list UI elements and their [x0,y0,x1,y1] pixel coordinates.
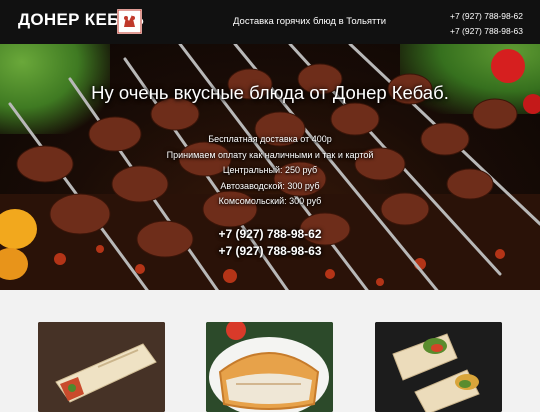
hero-info-line: Центральный: 250 руб [222,165,318,175]
hero-info-block: Бесплатная доставка от 400р Принимаем оп… [0,132,540,210]
pita-sandwich-photo [206,322,333,412]
hero-phone-1[interactable]: +7 (927) 788-98-62 [0,226,540,243]
shawarma-wrap-photo [38,322,165,412]
hero-phone-2[interactable]: +7 (927) 788-98-63 [0,243,540,260]
hero-title: Ну очень вкусные блюда от Донер Кебаб. [91,82,449,103]
header-phone-1[interactable]: +7 (927) 788-98-62 [450,9,523,24]
hero-info-line: Автозаводской: 300 руб [220,180,320,191]
sliced-wrap-photo [375,322,502,412]
header-phones: +7 (927) 788-98-62 +7 (927) 788-98-63 [450,9,523,39]
logo-icon[interactable] [117,9,142,34]
header-tagline: Доставка горячих блюд в Тольятти [233,16,387,27]
hero-banner: Ну очень вкусные блюда от Донер Кебаб. Б… [0,44,540,290]
product-card-wrap-slices[interactable] [375,322,502,412]
product-card-pita[interactable] [206,322,333,412]
site-header: ДОНЕР КЕБАБ Доставка горячих блюд в Толь… [0,0,540,44]
header-phone-2[interactable]: +7 (927) 788-98-63 [450,24,523,39]
product-card-shawarma[interactable] [38,322,165,412]
products-section [0,290,540,412]
hero-info-line: Принимаем оплату как наличными и так и к… [166,149,374,160]
hero-info-line: Бесплатная доставка от 400р [208,134,332,144]
hero-info-line: Комсомольский: 300 руб [218,196,322,206]
hero-phones: +7 (927) 788-98-62 +7 (927) 788-98-63 [0,226,540,260]
